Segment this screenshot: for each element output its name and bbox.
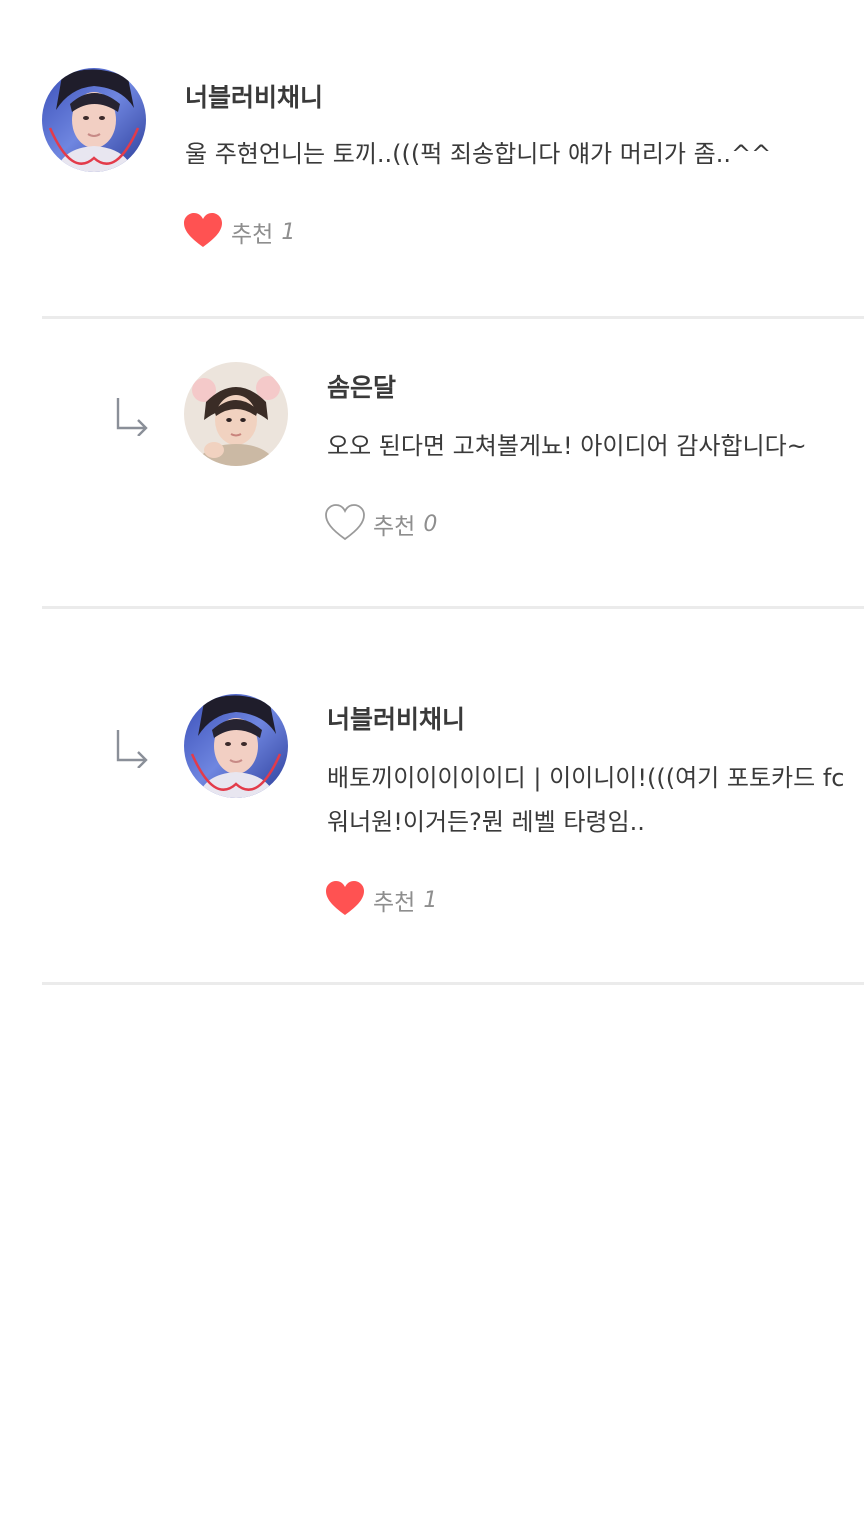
like-count: 0: [423, 511, 438, 537]
like-label: 추천: [373, 514, 416, 540]
divider: [42, 316, 864, 319]
comment-text: 배토끼이이이이이디 | 이이니이!(((여기 포토카드 fc 워너원!이거든?뭔…: [327, 756, 844, 844]
avatar[interactable]: [184, 362, 288, 466]
comment-text-line: 오오 된다면 고쳐볼게뇨! 아이디어 감사합니다~: [327, 432, 807, 460]
like-label: 추천: [231, 222, 274, 248]
comment-text-line: 울 주현언니는 토끼..(((퍽 죄송합니다 얘가 머리가 좀..^^: [185, 140, 772, 168]
heart-filled-icon: [326, 881, 364, 915]
heart-filled-icon: [184, 213, 222, 247]
like-button[interactable]: 추천 1: [325, 880, 437, 920]
like-button[interactable]: 추천 1: [183, 212, 295, 252]
like-count: 1: [423, 887, 438, 913]
like-label: 추천: [373, 890, 416, 916]
comment-text: 울 주현언니는 토끼..(((퍽 죄송합니다 얘가 머리가 좀..^^: [185, 132, 771, 176]
comment-text-line: 배토끼이이이이이디 | 이이니이!(((여기 포토카드 fc: [327, 764, 845, 792]
avatar[interactable]: [42, 68, 146, 172]
divider: [42, 982, 864, 985]
comment-author[interactable]: 솜은달: [327, 368, 396, 404]
heart-outline-icon: [325, 504, 365, 541]
like-count: 1: [281, 219, 296, 245]
divider: [42, 606, 864, 609]
comment-text-line: 워너원!이거든?뭔 레벨 타령임..: [327, 808, 645, 836]
comment-author[interactable]: 너블러비채니: [327, 700, 465, 736]
comment-author[interactable]: 너블러비채니: [185, 78, 323, 114]
reply-arrow-icon: [116, 730, 148, 768]
like-button[interactable]: 추천 0: [325, 504, 437, 544]
comment-text: 오오 된다면 고쳐볼게뇨! 아이디어 감사합니다~: [327, 424, 807, 468]
comment-list: 너블러비채니 울 주현언니는 토끼..(((퍽 죄송합니다 얘가 머리가 좀..…: [0, 0, 864, 1536]
reply-arrow-icon: [116, 398, 148, 436]
avatar[interactable]: [184, 694, 288, 798]
